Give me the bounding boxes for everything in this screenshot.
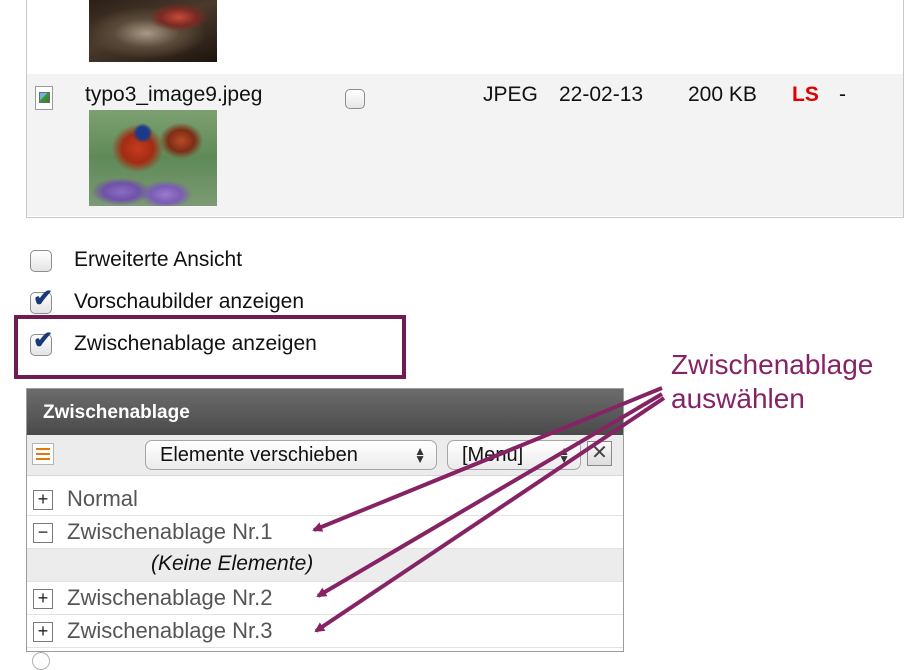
file-size: 200 KB xyxy=(688,83,757,106)
expand-icon[interactable]: + xyxy=(33,589,53,609)
clipboard-toolbar: Elemente verschieben ▲ ▼ [Menu] ▲ ▼ ✕ xyxy=(27,435,623,476)
highlight-box xyxy=(14,315,406,379)
annotation-callout: Zwischenablage auswählen xyxy=(671,348,873,416)
extended-view-label: Erweiterte Ansicht xyxy=(74,248,243,271)
thumbnails-checkbox[interactable]: ✔ xyxy=(30,287,53,314)
select-arrows-icon: ▲ ▼ xyxy=(414,444,426,466)
image-thumbnail-previous[interactable] xyxy=(89,0,217,62)
close-icon[interactable]: ✕ xyxy=(587,441,612,466)
clipboard-pad-1[interactable]: − Zwischenablage Nr.1 xyxy=(27,516,623,549)
list-view-icon[interactable] xyxy=(32,443,54,465)
thumbnails-label: Vorschaubilder anzeigen xyxy=(74,290,304,313)
checkmark-icon: ✔ xyxy=(33,285,54,312)
empty-pad-message: (Keine Elemente) xyxy=(27,549,623,582)
extended-view-checkbox[interactable] xyxy=(30,250,52,272)
clipboard-pad-3[interactable]: + Zwischenablage Nr.3 xyxy=(27,615,623,648)
file-select-checkbox[interactable] xyxy=(345,89,365,109)
pad-label[interactable]: Normal xyxy=(67,486,138,512)
clipboard-action-value: Elemente verschieben xyxy=(160,444,358,466)
file-date: 22-02-13 xyxy=(559,83,644,106)
pad-label[interactable]: Zwischenablage Nr.1 xyxy=(67,519,272,545)
radio-button[interactable] xyxy=(32,652,50,670)
file-permissions: LS xyxy=(792,83,819,106)
image-file-icon[interactable] xyxy=(35,86,53,110)
file-row: typo3_image9.jpeg JPEG 22-02-13 200 KB L… xyxy=(27,74,903,216)
file-name-link[interactable]: typo3_image9.jpeg xyxy=(85,83,262,107)
expand-icon[interactable]: + xyxy=(33,490,53,510)
file-references: - xyxy=(839,83,846,106)
collapse-icon[interactable]: − xyxy=(33,523,53,543)
file-type: JPEG xyxy=(483,83,538,106)
clipboard-title: Zwischenablage xyxy=(43,402,190,423)
clipboard-menu-value: [Menu] xyxy=(462,444,524,466)
expand-icon[interactable]: + xyxy=(33,622,53,642)
select-arrows-icon: ▲ ▼ xyxy=(558,444,570,466)
file-list-panel: typo3_image9.jpeg JPEG 22-02-13 200 KB L… xyxy=(26,0,904,218)
clipboard-header: Zwischenablage xyxy=(27,389,623,435)
annotation-line-1: Zwischenablage xyxy=(671,349,874,380)
image-thumbnail-butterfly[interactable] xyxy=(89,110,217,206)
empty-pad-text: (Keine Elemente) xyxy=(151,552,314,575)
clipboard-pad-normal[interactable]: + Normal xyxy=(27,483,623,516)
clipboard-pad-2[interactable]: + Zwischenablage Nr.2 xyxy=(27,582,623,615)
pad-label[interactable]: Zwischenablage Nr.3 xyxy=(67,618,272,644)
clipboard-action-select[interactable]: Elemente verschieben ▲ ▼ xyxy=(145,440,437,470)
clipboard-menu-select[interactable]: [Menu] ▲ ▼ xyxy=(447,440,581,470)
clipboard-panel: Zwischenablage Elemente verschieben ▲ ▼ [… xyxy=(26,388,624,652)
pad-label[interactable]: Zwischenablage Nr.2 xyxy=(67,585,272,611)
annotation-line-2: auswählen xyxy=(671,383,805,414)
